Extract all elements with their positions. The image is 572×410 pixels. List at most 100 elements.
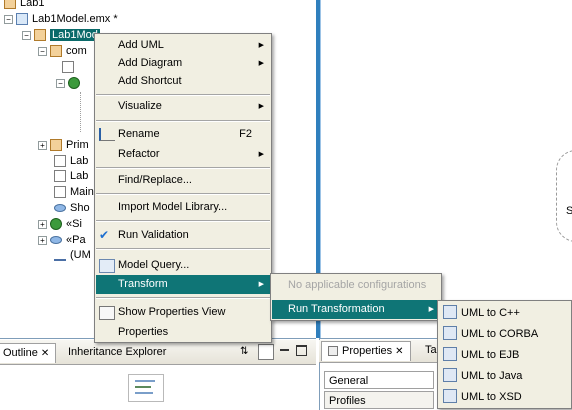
menu-item-add-diagram[interactable]: Add Diagram ▶: [96, 54, 270, 73]
menu-item-uml-to-cpp[interactable]: UML to C++: [439, 303, 570, 324]
menu-item-model-query[interactable]: Model Query...: [96, 256, 270, 275]
view-menu-icon[interactable]: ⇅: [240, 346, 248, 357]
model-file-icon: [16, 13, 28, 26]
validation-icon: ✔: [99, 228, 110, 242]
tree-node[interactable]: [62, 59, 78, 75]
menu-label: Add Shortcut: [118, 75, 182, 87]
menu-item-transform[interactable]: Transform ▶: [96, 275, 270, 294]
run-transformation-submenu: UML to C++ UML to CORBA UML to EJB UML t…: [437, 300, 572, 409]
submenu-arrow-icon: ▶: [428, 306, 434, 313]
project-icon: [4, 0, 16, 10]
tree-node-model-file[interactable]: − Lab1Model.emx *: [4, 11, 118, 27]
menu-separator: [96, 248, 270, 250]
menu-separator: [96, 120, 270, 122]
menu-item-run-transformation[interactable]: Run Transformation ▶: [272, 300, 440, 319]
tree-node[interactable]: (UM: [54, 247, 91, 263]
tab-label: Properties: [342, 345, 393, 357]
transform-submenu: No applicable configurations Run Transfo…: [270, 273, 442, 321]
menu-item-import-model-library[interactable]: Import Model Library...: [96, 198, 270, 217]
collapse-icon[interactable]: −: [4, 14, 13, 24]
maximize-icon[interactable]: [296, 345, 307, 356]
menu-label: UML to Java: [461, 370, 523, 382]
menu-item-find-replace[interactable]: Find/Replace...: [96, 171, 270, 190]
minimize-icon[interactable]: [280, 349, 289, 351]
submenu-arrow-icon: ▶: [258, 151, 264, 158]
expand-icon[interactable]: +: [38, 235, 47, 245]
menu-item-run-validation[interactable]: ✔ Run Validation: [96, 226, 270, 245]
tree-node[interactable]: Sho: [54, 200, 90, 216]
submenu-arrow-icon: ▶: [258, 42, 264, 49]
context-menu: Add UML ▶ Add Diagram ▶ Add Shortcut Visua…: [94, 33, 272, 343]
menu-item-uml-to-corba[interactable]: UML to CORBA: [439, 324, 570, 345]
transformation-icon: [443, 347, 457, 361]
menu-item-properties[interactable]: Properties: [96, 323, 270, 342]
menu-label: Properties: [118, 326, 169, 338]
toolbar-icon[interactable]: [258, 344, 274, 360]
menu-label: No applicable configurations: [288, 279, 427, 291]
properties-section-profiles[interactable]: Profiles: [324, 391, 434, 409]
menu-label: Show Properties View: [118, 306, 226, 318]
transformation-icon: [443, 326, 457, 340]
menu-item-visualize[interactable]: Visualize ▶: [96, 97, 270, 116]
tree-node-label: Lab: [70, 170, 89, 182]
diagram-shape-label: S: [566, 205, 572, 217]
use-case-icon: [54, 204, 66, 213]
menu-item-show-properties-view[interactable]: Show Properties View: [96, 303, 270, 322]
tree-node[interactable]: Lab: [54, 153, 88, 169]
menu-label: UML to XSD: [461, 391, 522, 403]
collapse-icon[interactable]: −: [22, 30, 31, 40]
diagram-shape[interactable]: [556, 150, 572, 242]
menu-accelerator: F2: [239, 128, 252, 140]
submenu-arrow-icon: ▶: [258, 60, 264, 67]
interface-icon: [50, 236, 62, 245]
tree-node[interactable]: + Prim: [38, 137, 89, 153]
menu-separator: [96, 94, 270, 96]
menu-item-add-shortcut[interactable]: Add Shortcut: [96, 72, 270, 91]
collapse-icon[interactable]: −: [56, 78, 65, 88]
properties-section-general[interactable]: General: [324, 371, 434, 389]
menu-item-uml-to-xsd[interactable]: UML to XSD: [439, 387, 570, 408]
tab-outline[interactable]: Outline ✕: [0, 343, 57, 363]
tree-node-lab1[interactable]: Lab1: [4, 0, 44, 11]
menu-item-uml-to-ejb[interactable]: UML to EJB: [439, 345, 570, 366]
close-icon[interactable]: ✕: [41, 348, 49, 359]
submenu-arrow-icon: ▶: [258, 281, 264, 288]
tab-label: Inheritance Explorer: [68, 346, 167, 358]
expand-icon[interactable]: +: [38, 219, 47, 229]
tab-properties[interactable]: Properties ✕: [321, 341, 411, 361]
transformation-icon: [443, 368, 457, 382]
tree-node[interactable]: Lab: [54, 168, 88, 184]
close-icon[interactable]: ✕: [395, 346, 403, 357]
diagram-icon: [54, 170, 66, 183]
expand-icon[interactable]: +: [38, 140, 47, 150]
menu-separator: [96, 193, 270, 195]
tree-node-label: Lab1Model.emx *: [32, 13, 118, 25]
query-icon: [99, 259, 115, 273]
submenu-arrow-icon: ▶: [258, 103, 264, 110]
tab-inheritance-explorer[interactable]: Inheritance Explorer: [62, 343, 172, 362]
menu-item-rename[interactable]: Rename F2: [96, 125, 270, 144]
menu-label: Import Model Library...: [118, 201, 228, 213]
outline-thumbnail[interactable]: [128, 374, 164, 402]
tree-node-label: «Pa: [66, 234, 86, 246]
collapse-icon[interactable]: −: [38, 46, 47, 56]
tree-node[interactable]: − com: [38, 43, 87, 59]
tree-node[interactable]: −: [56, 75, 84, 91]
menu-label: Run Validation: [118, 229, 189, 241]
menu-item-refactor[interactable]: Refactor ▶: [96, 145, 270, 164]
tree-node-label: Prim: [66, 139, 89, 151]
tab-label: Outline: [3, 347, 38, 359]
tree-node[interactable]: + «Si: [38, 216, 82, 232]
tree-node[interactable]: Main: [54, 184, 94, 200]
tree-node-label: (UM: [70, 249, 91, 261]
menu-item-add-uml[interactable]: Add UML ▶: [96, 36, 270, 55]
tree-node[interactable]: + «Pa: [38, 232, 86, 248]
tree-node-model[interactable]: − Lab1Mod: [22, 27, 100, 43]
model-icon: [34, 29, 46, 42]
menu-label: Model Query...: [118, 259, 190, 271]
class-icon: [50, 218, 62, 231]
diagram-icon: [54, 155, 66, 168]
menu-label: Add Diagram: [118, 57, 183, 69]
menu-item-uml-to-java[interactable]: UML to Java: [439, 366, 570, 387]
package-icon: [50, 45, 62, 58]
